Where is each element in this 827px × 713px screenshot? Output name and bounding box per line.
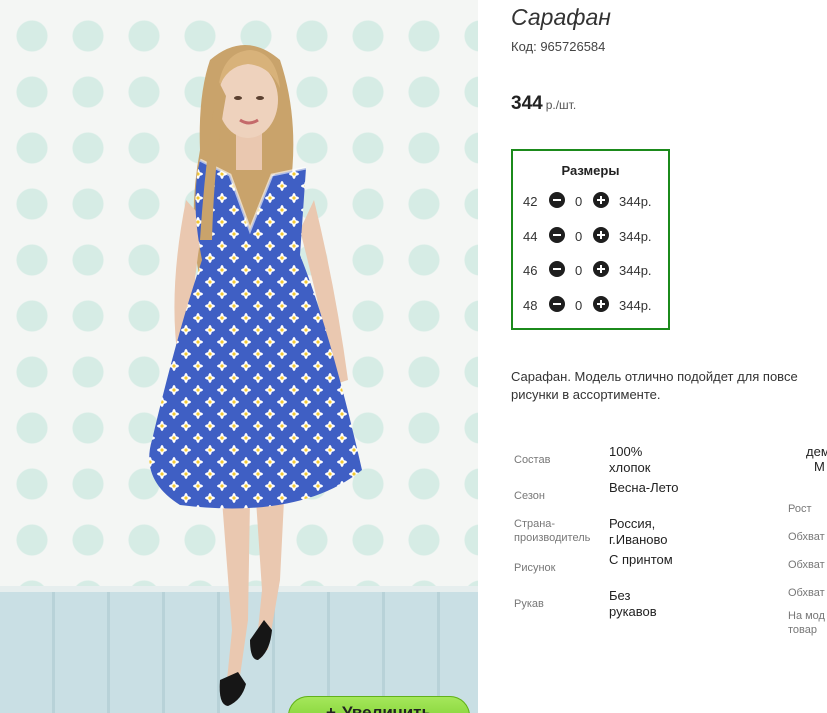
spec-right-label: Обхват — [788, 587, 825, 599]
model-in-dress-illustration — [149, 45, 362, 706]
minus-circle-icon[interactable] — [549, 227, 565, 243]
spec-label: Рисунок — [514, 562, 556, 574]
product-description: Сарафан. Модель отлично подойдет для пов… — [511, 368, 827, 404]
spec-right-label: Обхват — [788, 559, 825, 571]
size-label: 44 — [523, 229, 538, 244]
spec-right-value: дем — [806, 444, 827, 459]
spec-label: Состав — [514, 454, 551, 466]
spec-right-value: М — [814, 459, 825, 474]
product-price: 344 р./шт. — [511, 93, 576, 115]
size-quantity: 0 — [575, 194, 583, 209]
size-row: 44 0 344р. — [513, 227, 668, 247]
spec-right-label: Обхват — [788, 531, 825, 543]
spec-label: Рукав — [514, 598, 544, 610]
minus-circle-icon[interactable] — [549, 261, 565, 277]
price-value: 344 — [511, 93, 543, 114]
size-row: 42 0 344р. — [513, 192, 668, 212]
spec-label: Сезон — [514, 490, 545, 502]
size-row: 46 0 344р. — [513, 261, 668, 281]
size-price: 344р. — [619, 194, 652, 209]
spec-value: С принтом — [609, 552, 673, 567]
plus-circle-icon[interactable] — [593, 192, 609, 208]
spec-value: Весна-Лето — [609, 480, 679, 495]
zoom-button[interactable]: + Увеличить — [288, 696, 470, 713]
size-label: 46 — [523, 263, 538, 278]
size-label: 42 — [523, 194, 538, 209]
size-price: 344р. — [619, 229, 652, 244]
spec-right-label: На мод — [788, 610, 825, 622]
size-quantity: 0 — [575, 263, 583, 278]
plus-circle-icon[interactable] — [593, 261, 609, 277]
spec-right-label: товар — [788, 624, 817, 636]
spec-value: Без рукавов — [609, 588, 657, 619]
size-row: 48 0 344р. — [513, 296, 668, 316]
size-quantity: 0 — [575, 229, 583, 244]
size-label: 48 — [523, 298, 538, 313]
product-photo[interactable]: + Увеличить — [0, 0, 478, 713]
minus-circle-icon[interactable] — [549, 192, 565, 208]
spec-right-label: Рост — [788, 503, 812, 515]
plus-icon: + — [326, 703, 336, 713]
spec-value: Россия, г.Иваново — [609, 516, 668, 547]
plus-circle-icon[interactable] — [593, 296, 609, 312]
plus-circle-icon[interactable] — [593, 227, 609, 243]
size-price: 344р. — [619, 298, 652, 313]
size-quantity: 0 — [575, 298, 583, 313]
size-price: 344р. — [619, 263, 652, 278]
sizes-heading: Размеры — [561, 163, 620, 178]
minus-circle-icon[interactable] — [549, 296, 565, 312]
product-title: Сарафан — [511, 4, 611, 30]
spec-label: Страна-производитель — [514, 518, 591, 544]
sizes-panel: Размеры 42 0 344р. 44 0 344р. 46 0 344р.… — [511, 149, 670, 330]
zoom-button-label: Увеличить — [341, 703, 432, 713]
price-unit: р./шт. — [545, 98, 577, 112]
spec-value: 100% хлопок — [609, 444, 651, 475]
description-line: рисунки в ассортименте. — [511, 387, 661, 402]
description-line: Сарафан. Модель отлично подойдет для пов… — [511, 369, 798, 384]
product-code: Код: 965726584 — [511, 39, 606, 54]
